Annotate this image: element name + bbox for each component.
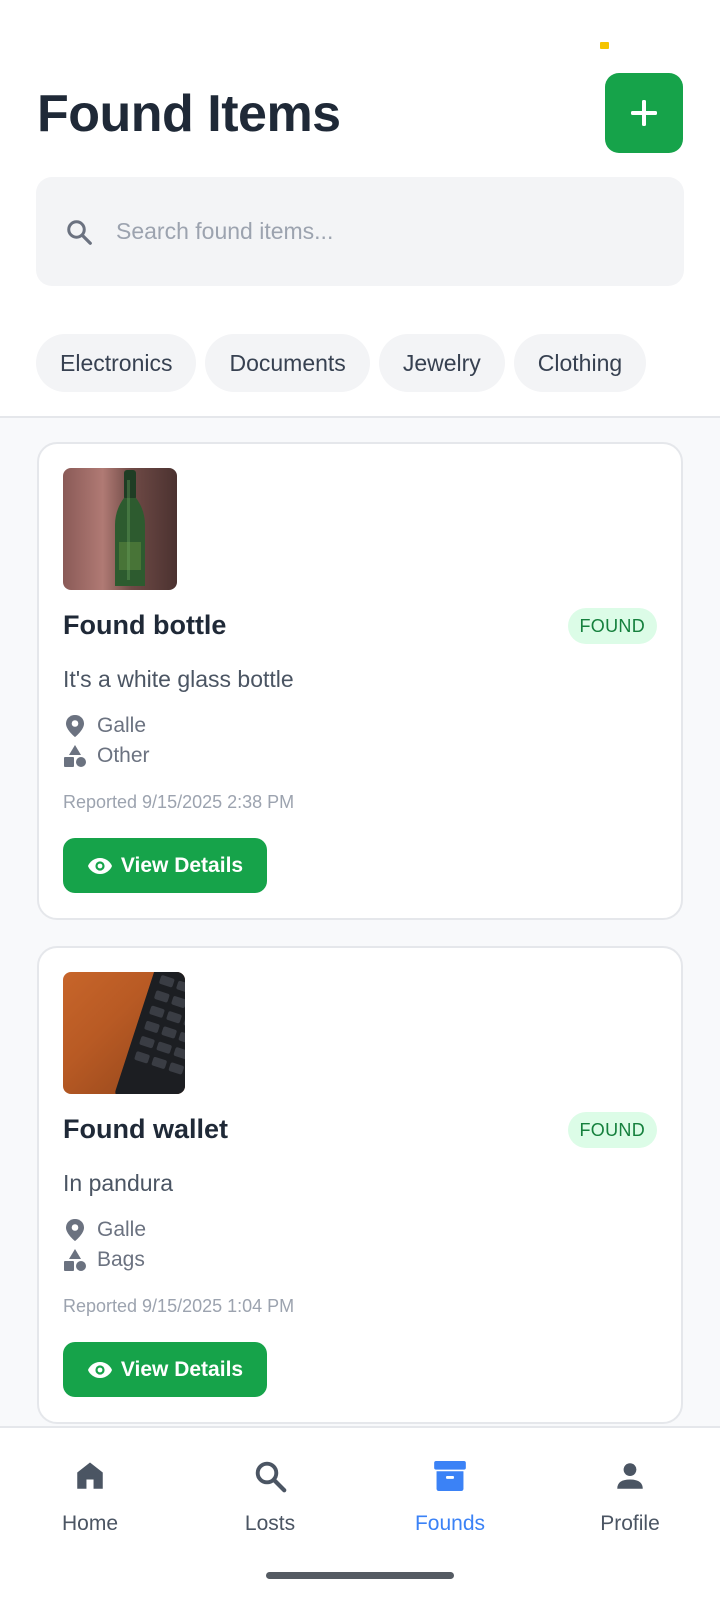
person-icon [610,1456,650,1496]
item-photo-bottle [63,468,177,590]
item-location: Galle [63,714,146,738]
item-title: Found wallet [63,1114,228,1144]
search-bar[interactable] [36,177,684,286]
chip-documents[interactable]: Documents [205,334,370,392]
found-items-screen: Found Items ElectronicsDocumentsJewelryC… [0,0,720,1600]
shapes-icon [63,1248,87,1272]
chip-clothing[interactable]: Clothing [513,334,647,392]
chip-jewelry[interactable]: Jewelry [378,334,505,392]
chip-electronics[interactable]: Electronics [36,334,197,392]
view-details-label: View Details [120,1357,244,1381]
nav-losts-label: Losts [244,1512,296,1535]
eye-icon [87,853,113,879]
nav-founds[interactable]: Founds [375,1456,525,1536]
page-title: Found Items [37,85,341,143]
nav-home-label: Home [61,1512,119,1535]
notification-indicator [600,42,609,49]
found-items-list[interactable]: Found bottle FOUND It's a white glass bo… [0,418,720,1426]
status-badge: FOUND [567,608,657,644]
category-filter-chips: Electronics Documents Jewelry Clothing [36,334,684,394]
location-text: Galle [97,714,147,737]
location-pin-icon [63,714,87,738]
item-description: In pandura [63,1170,173,1196]
search-icon [62,215,96,249]
category-text: Other [97,744,150,767]
eye-icon [87,1357,113,1383]
archive-box-icon [430,1456,470,1496]
category-text: Bags [97,1248,145,1271]
page-header: Found Items ElectronicsDocumentsJewelryC… [0,0,720,418]
item-photo-wallet [63,972,185,1094]
plus-icon [631,100,657,126]
location-pin-icon [63,1218,87,1242]
item-card[interactable]: Found wallet FOUND In pandura Galle Bags… [37,946,683,1424]
shapes-icon [63,744,87,768]
home-indicator-bar[interactable] [266,1572,454,1579]
nav-profile[interactable]: Profile [555,1456,705,1536]
nav-profile-label: Profile [600,1512,660,1535]
reported-timestamp: Reported 9/15/2025 1:04 PM [63,1296,295,1316]
add-found-item-button[interactable] [605,73,683,153]
item-category: Other [63,744,150,768]
nav-founds-label: Founds [414,1512,486,1535]
item-title: Found bottle [63,610,227,640]
status-badge: FOUND [567,1112,657,1148]
reported-timestamp: Reported 9/15/2025 2:38 PM [63,792,295,812]
location-text: Galle [97,1218,147,1241]
nav-home[interactable]: Home [15,1456,165,1536]
view-details-label: View Details [120,853,244,877]
view-details-button[interactable]: View Details [63,1342,267,1397]
view-details-button[interactable]: View Details [63,838,267,893]
item-category: Bags [63,1248,145,1272]
home-icon [70,1456,110,1496]
item-location: Galle [63,1218,146,1242]
search-icon [250,1456,290,1496]
item-card[interactable]: Found bottle FOUND It's a white glass bo… [37,442,683,920]
search-input[interactable] [116,218,636,245]
nav-losts[interactable]: Losts [195,1456,345,1536]
item-description: It's a white glass bottle [63,666,294,692]
